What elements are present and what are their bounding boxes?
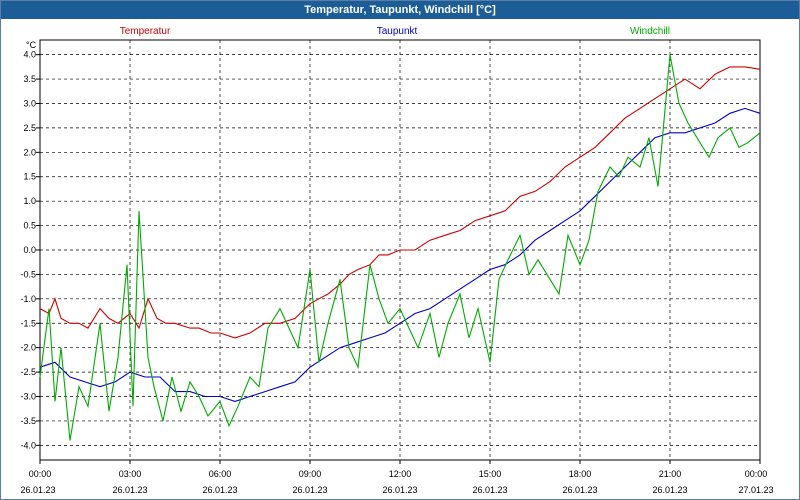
x-tick-date: 26.01.23 xyxy=(382,485,417,495)
legend-entry-taupunkt: Taupunkt xyxy=(377,26,418,37)
x-tick-time: 12:00 xyxy=(389,469,412,479)
x-tick-date: 26.01.23 xyxy=(292,485,327,495)
y-tick-label: 1.5 xyxy=(23,172,36,182)
x-tick-time: 09:00 xyxy=(299,469,322,479)
x-tick-time: 06:00 xyxy=(209,469,232,479)
legend: Temperatur Taupunkt Windchill xyxy=(120,26,670,37)
y-axis-label: °C xyxy=(26,40,37,50)
chart: 4.0 3.5 3.0 2.5 2.0 1.5 1.0 0.5 0.0 -0.5 -1.0 -1.5 -… xyxy=(20,26,774,495)
y-tick-label: 4.0 xyxy=(23,50,36,60)
legend-entry-temperatur: Temperatur xyxy=(120,26,171,37)
legend-entry-windchill: Windchill xyxy=(630,26,670,37)
y-axis-ticks: 4.0 3.5 3.0 2.5 2.0 1.5 1.0 0.5 0.0 -0.5 -1.0 -1.5 -… xyxy=(20,50,40,450)
y-tick-label: 3.0 xyxy=(23,98,36,108)
y-tick-label: -4.0 xyxy=(20,440,36,450)
y-tick-label: -2.5 xyxy=(20,367,36,377)
x-tick-time: 00:00 xyxy=(29,469,52,479)
x-tick-time: 15:00 xyxy=(479,469,502,479)
y-tick-label: 2.0 xyxy=(23,147,36,157)
x-tick-date: 26.01.23 xyxy=(20,485,55,495)
x-tick-time: 21:00 xyxy=(659,469,682,479)
y-tick-label: 0.0 xyxy=(23,245,36,255)
y-tick-label: -1.5 xyxy=(20,318,36,328)
y-tick-label: -0.5 xyxy=(20,269,36,279)
y-tick-label: -1.0 xyxy=(20,294,36,304)
y-tick-label: 2.5 xyxy=(23,123,36,133)
y-tick-label: 1.0 xyxy=(23,196,36,206)
x-tick-time: 00:00 xyxy=(745,469,768,479)
y-tick-label: 0.5 xyxy=(23,221,36,231)
x-tick-date: 26.01.23 xyxy=(202,485,237,495)
x-tick-date: 26.01.23 xyxy=(112,485,147,495)
x-tick-date: 27.01.23 xyxy=(738,485,773,495)
x-tick-date: 26.01.23 xyxy=(652,485,687,495)
y-tick-label: -3.5 xyxy=(20,416,36,426)
x-tick-date: 26.01.23 xyxy=(472,485,507,495)
x-tick-time: 18:00 xyxy=(569,469,592,479)
y-tick-label: 3.5 xyxy=(23,74,36,84)
x-tick-time: 03:00 xyxy=(119,469,142,479)
x-tick-date: 26.01.23 xyxy=(562,485,597,495)
x-axis-ticks: 00:00 26.01.23 03:00 26.01.23 06:00 26.01.23 0… xyxy=(20,460,774,495)
y-tick-label: -3.0 xyxy=(20,392,36,402)
y-tick-label: -2.0 xyxy=(20,343,36,353)
